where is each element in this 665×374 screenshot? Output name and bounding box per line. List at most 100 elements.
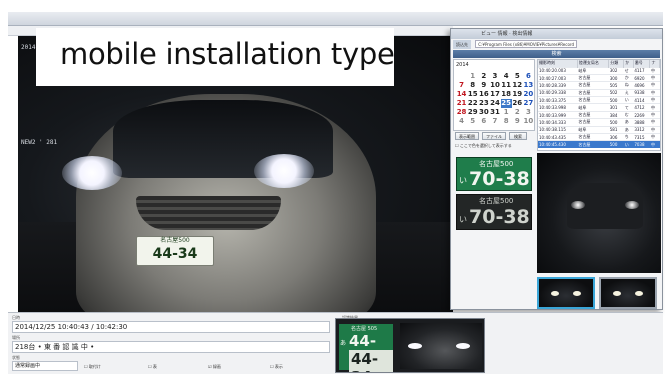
video-thumbnail-2[interactable] bbox=[599, 277, 657, 309]
plate-thumbnail-mono[interactable]: 名古屋500 い 70-38 bbox=[456, 194, 532, 230]
calendar-day[interactable]: 25 bbox=[500, 99, 512, 108]
table-row[interactable]: 10:40:29.338 名古屋 502 え 9338 中 bbox=[538, 88, 660, 97]
calendar-day[interactable]: 31 bbox=[489, 108, 500, 117]
table-cell: ね bbox=[623, 81, 634, 90]
table-row[interactable]: 10:40:27.003 名古屋 300 か 6920 中 bbox=[538, 73, 660, 82]
calendar-day[interactable]: 16 bbox=[478, 90, 489, 99]
table-row[interactable]: 10:40:20.003 岐阜 302 せ 4117 中 bbox=[538, 66, 660, 75]
table-row[interactable]: 10:40:34.333 名古屋 500 あ 3888 中 bbox=[538, 118, 660, 127]
table-cell: 4114 bbox=[633, 96, 650, 104]
calendar-day[interactable]: 7 bbox=[456, 81, 467, 90]
calendar-day[interactable]: 17 bbox=[489, 90, 500, 99]
check-front[interactable]: ☐ 表 bbox=[148, 364, 157, 370]
calendar-day[interactable]: 12 bbox=[512, 81, 523, 90]
calendar-day[interactable]: 9 bbox=[478, 81, 489, 90]
table-row[interactable]: 10:40:33.998 岐阜 301 て 4712 中 bbox=[538, 103, 660, 112]
calendar-day[interactable]: 27 bbox=[523, 99, 534, 108]
calendar-day[interactable]: 10 bbox=[489, 81, 500, 90]
table-cell: 名古屋 bbox=[577, 140, 609, 149]
check-display[interactable]: ☐ 表示 bbox=[270, 364, 283, 370]
table-cell: 10:40:20.003 bbox=[538, 66, 578, 75]
plate-thumbnail-color[interactable]: 名古屋500 い 70-38 bbox=[456, 157, 532, 191]
calendar-day[interactable]: 9 bbox=[512, 117, 523, 126]
table-cell: 10:40:27.003 bbox=[538, 73, 578, 82]
calendar-day[interactable] bbox=[456, 72, 467, 81]
calendar[interactable]: 2014 1 2 3 4 5 6 7 8 9 10 11 12 13 14 15 16 17 18 19 20 21 22… bbox=[453, 59, 535, 131]
check-record[interactable]: ☑ 録画 bbox=[208, 364, 221, 370]
calendar-day[interactable]: 4 bbox=[456, 117, 467, 126]
table-cell: あ bbox=[623, 118, 634, 127]
table-row[interactable]: 10:40:38.115 岐阜 581 あ 3312 中 bbox=[538, 125, 660, 134]
table-header-cell[interactable]: 陸運支局名 bbox=[577, 60, 610, 67]
calendar-day[interactable]: 23 bbox=[478, 99, 489, 108]
calendar-day[interactable]: 4 bbox=[501, 72, 512, 81]
calendar-day[interactable]: 8 bbox=[501, 117, 512, 126]
search-bar-button[interactable]: 検索 bbox=[453, 50, 660, 58]
table-cell: 中 bbox=[649, 125, 660, 134]
table-row[interactable]: 10:40:45.430 名古屋 500 い 7038 中 bbox=[538, 140, 660, 149]
table-header-cell[interactable]: 撮影時刻 bbox=[538, 60, 578, 67]
capture-car-image bbox=[400, 323, 482, 369]
calendar-day[interactable]: 5 bbox=[467, 117, 478, 126]
calendar-header: 2014 bbox=[456, 62, 469, 68]
calendar-day[interactable]: 26 bbox=[512, 99, 523, 108]
headlight-right bbox=[254, 154, 314, 188]
calendar-day[interactable]: 24 bbox=[489, 99, 500, 108]
calendar-day[interactable]: 7 bbox=[489, 117, 500, 126]
table-body[interactable]: 10:40:20.003 岐阜 302 せ 4117 中 10:40:27.003 名古屋 30… bbox=[538, 66, 660, 149]
calendar-day[interactable]: 2 bbox=[512, 108, 523, 117]
table-cell: 10:40:33.375 bbox=[538, 96, 578, 104]
calendar-day[interactable]: 13 bbox=[523, 81, 534, 90]
calendar-day[interactable]: 3 bbox=[489, 72, 500, 81]
calendar-day[interactable]: 29 bbox=[467, 108, 478, 117]
calendar-day[interactable]: 21 bbox=[456, 99, 467, 108]
calendar-day[interactable]: 5 bbox=[512, 72, 523, 81]
panel-button-row: 表示範囲 ファイル 検索 bbox=[455, 132, 537, 141]
capture-preview[interactable]: 名古屋 505 あ 44-34 44-34 bbox=[335, 318, 485, 373]
calendar-day[interactable]: 1 bbox=[501, 108, 512, 117]
table-row[interactable]: 10:40:28.339 名古屋 505 ね 4696 中 bbox=[538, 81, 660, 90]
calendar-day[interactable]: 14 bbox=[456, 90, 467, 99]
calendar-day[interactable]: 8 bbox=[467, 81, 478, 90]
table-row[interactable]: 10:40:33.999 名古屋 384 む 2269 中 bbox=[538, 110, 660, 119]
table-header-cell[interactable]: ナ bbox=[649, 60, 660, 67]
table-header-cell[interactable]: か bbox=[623, 60, 634, 67]
table-row[interactable]: 10:40:43.435 名古屋 306 ち 7315 中 bbox=[538, 132, 660, 141]
calendar-day[interactable]: 18 bbox=[501, 90, 512, 99]
headlight-left bbox=[62, 156, 122, 190]
table-header-cell[interactable]: 分類 bbox=[608, 60, 625, 67]
path-input[interactable]: C:¥Program Files (x86)¥MOVIE¥Pictures¥Re… bbox=[475, 40, 578, 48]
calendar-grid[interactable]: 1 2 3 4 5 6 7 8 9 10 11 12 13 14 15 16 17 18 19 20 21 22 23 24 2… bbox=[456, 72, 534, 126]
calendar-day[interactable]: 1 bbox=[467, 72, 478, 81]
calendar-day[interactable]: 28 bbox=[456, 108, 467, 117]
status-select[interactable]: 通常録画中 bbox=[12, 361, 78, 371]
calendar-day[interactable]: 30 bbox=[478, 108, 489, 117]
calendar-day[interactable]: 15 bbox=[467, 90, 478, 99]
calendar-day[interactable]: 19 bbox=[512, 90, 523, 99]
color-filter-checkbox[interactable]: ☐ ここで色を選択して表示する bbox=[455, 143, 512, 149]
file-button[interactable]: ファイル bbox=[482, 132, 506, 140]
calendar-day[interactable]: 22 bbox=[467, 99, 478, 108]
calendar-day[interactable]: 10 bbox=[523, 117, 534, 126]
datetime-field[interactable]: 2014/12/25 10:40:43 / 10:42:30 bbox=[12, 321, 330, 333]
calendar-day[interactable]: 6 bbox=[523, 72, 534, 81]
color-filter-label: ここで色を選択して表示する bbox=[459, 143, 512, 148]
calendar-day[interactable]: 20 bbox=[523, 90, 534, 99]
range-button[interactable]: 表示範囲 bbox=[455, 132, 479, 140]
calendar-day[interactable]: 3 bbox=[523, 108, 534, 117]
location-field[interactable]: 218台 • 東 番 認 識 中 • bbox=[12, 341, 330, 353]
table-cell: 505 bbox=[608, 81, 624, 90]
calendar-day[interactable]: 11 bbox=[501, 81, 512, 90]
detection-video-view[interactable] bbox=[537, 153, 661, 273]
banner-title: mobile installation type bbox=[60, 37, 395, 71]
check-mount[interactable]: ☐ 取付け bbox=[84, 364, 101, 370]
table-cell: 岐阜 bbox=[577, 125, 609, 134]
table-row[interactable]: 10:40:33.375 名古屋 500 い 4114 中 bbox=[538, 96, 660, 104]
plate-region: 名古屋500 bbox=[160, 237, 190, 244]
calendar-day[interactable]: 2 bbox=[478, 72, 489, 81]
detection-table[interactable]: 撮影時刻 陸運支局名 分類か番号ナ 10:40:20.003 岐阜 302 せ 4117 中 1… bbox=[537, 59, 661, 151]
table-header-cell[interactable]: 番号 bbox=[633, 60, 651, 67]
find-button[interactable]: 検索 bbox=[509, 132, 527, 140]
calendar-day[interactable]: 6 bbox=[478, 117, 489, 126]
video-thumbnail-1[interactable] bbox=[537, 277, 595, 309]
